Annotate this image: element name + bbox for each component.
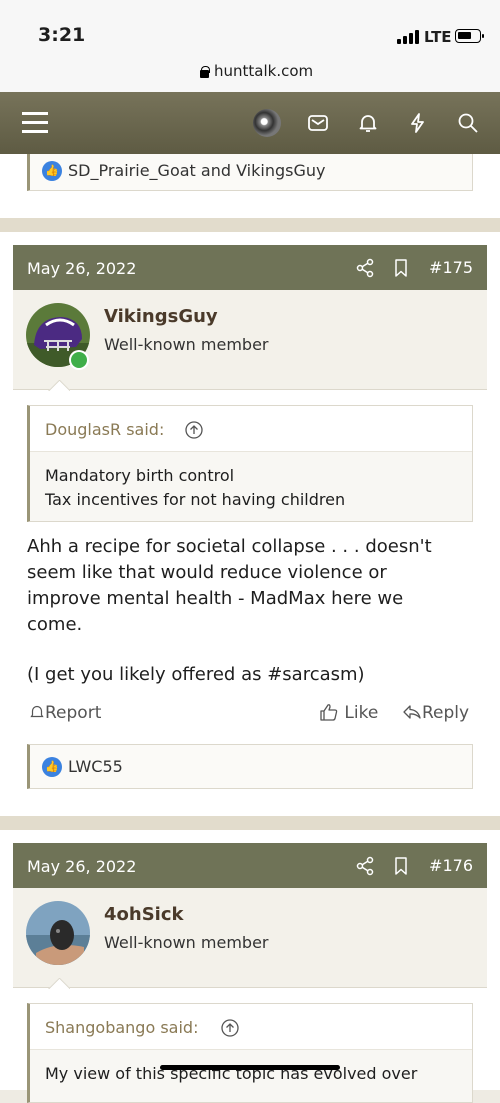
- clock: 3:21: [38, 24, 86, 46]
- site-navbar: [0, 92, 500, 154]
- post: May 26, 2022 #175 VikingsGuy Well-known …: [0, 232, 500, 816]
- post-date[interactable]: May 26, 2022: [27, 857, 136, 876]
- quote-text: My view of this specific topic has evolv…: [45, 1064, 418, 1083]
- post-arrow: [48, 978, 70, 989]
- post-header: May 26, 2022 #175: [13, 245, 487, 290]
- browser-url-bar[interactable]: hunttalk.com: [0, 54, 500, 92]
- mail-icon[interactable]: [306, 111, 330, 135]
- bell-icon[interactable]: [356, 111, 380, 135]
- post-separator: [0, 218, 500, 232]
- menu-icon[interactable]: [22, 110, 48, 134]
- user-title: Well-known member: [104, 933, 269, 952]
- quote-block: Shangobango said: My view of this specif…: [27, 1003, 473, 1103]
- reactions-bar[interactable]: 👍 LWC55: [27, 744, 473, 789]
- lock-icon: [199, 66, 210, 78]
- signal-icon: [397, 30, 421, 44]
- status-bar: 3:21 LTE: [0, 0, 500, 54]
- reactions-bar[interactable]: 👍 SD_Prairie_Goat and VikingsGuy: [27, 154, 473, 191]
- reply-button[interactable]: Reply: [402, 703, 469, 723]
- share-icon[interactable]: [355, 856, 375, 876]
- home-indicator[interactable]: [160, 1065, 340, 1070]
- post-date[interactable]: May 26, 2022: [27, 259, 136, 278]
- like-icon: 👍: [42, 757, 62, 777]
- bell-icon: [30, 705, 44, 718]
- user-block: 4ohSick Well-known member: [13, 888, 487, 988]
- online-status-icon: [69, 350, 89, 370]
- bookmark-icon[interactable]: [391, 258, 411, 278]
- search-icon[interactable]: [456, 111, 480, 135]
- network-type: LTE: [424, 28, 452, 46]
- user-title: Well-known member: [104, 335, 269, 354]
- share-icon[interactable]: [355, 258, 375, 278]
- username[interactable]: 4ohSick: [104, 904, 183, 925]
- post-actions: Report Like Reply: [27, 703, 473, 733]
- reactions-text: SD_Prairie_Goat and VikingsGuy: [68, 161, 326, 180]
- quote-block: DouglasR said: Mandatory birth control T…: [27, 405, 473, 522]
- user-avatar[interactable]: [26, 901, 90, 965]
- post-header: May 26, 2022 #176: [13, 843, 487, 888]
- post-message: Ahh a recipe for societal collapse . . .…: [27, 536, 432, 685]
- battery-icon: [455, 29, 484, 43]
- like-button[interactable]: Like: [319, 703, 378, 723]
- post-arrow: [48, 380, 70, 391]
- like-icon: 👍: [42, 161, 62, 181]
- account-avatar[interactable]: [253, 109, 281, 137]
- thumbs-up-icon: [320, 704, 338, 721]
- quote-text: Mandatory birth control Tax incentives f…: [45, 466, 346, 509]
- post-separator: [0, 816, 500, 830]
- jump-to-quote-icon[interactable]: [184, 420, 204, 440]
- url-text: hunttalk.com: [214, 62, 314, 80]
- reply-icon: [403, 705, 421, 719]
- lightning-icon[interactable]: [406, 111, 430, 135]
- report-button[interactable]: Report: [29, 703, 101, 723]
- quote-author[interactable]: DouglasR said:: [45, 420, 164, 439]
- username[interactable]: VikingsGuy: [104, 306, 218, 327]
- quote-author[interactable]: Shangobango said:: [45, 1018, 198, 1037]
- reactions-text: LWC55: [68, 757, 123, 776]
- post-number[interactable]: #175: [429, 258, 473, 277]
- user-block: VikingsGuy Well-known member: [13, 290, 487, 390]
- jump-to-quote-icon[interactable]: [220, 1018, 240, 1038]
- post-number[interactable]: #176: [429, 856, 473, 875]
- post: May 26, 2022 #176 4ohSick Well-known mem…: [0, 830, 500, 1103]
- bookmark-icon[interactable]: [391, 856, 411, 876]
